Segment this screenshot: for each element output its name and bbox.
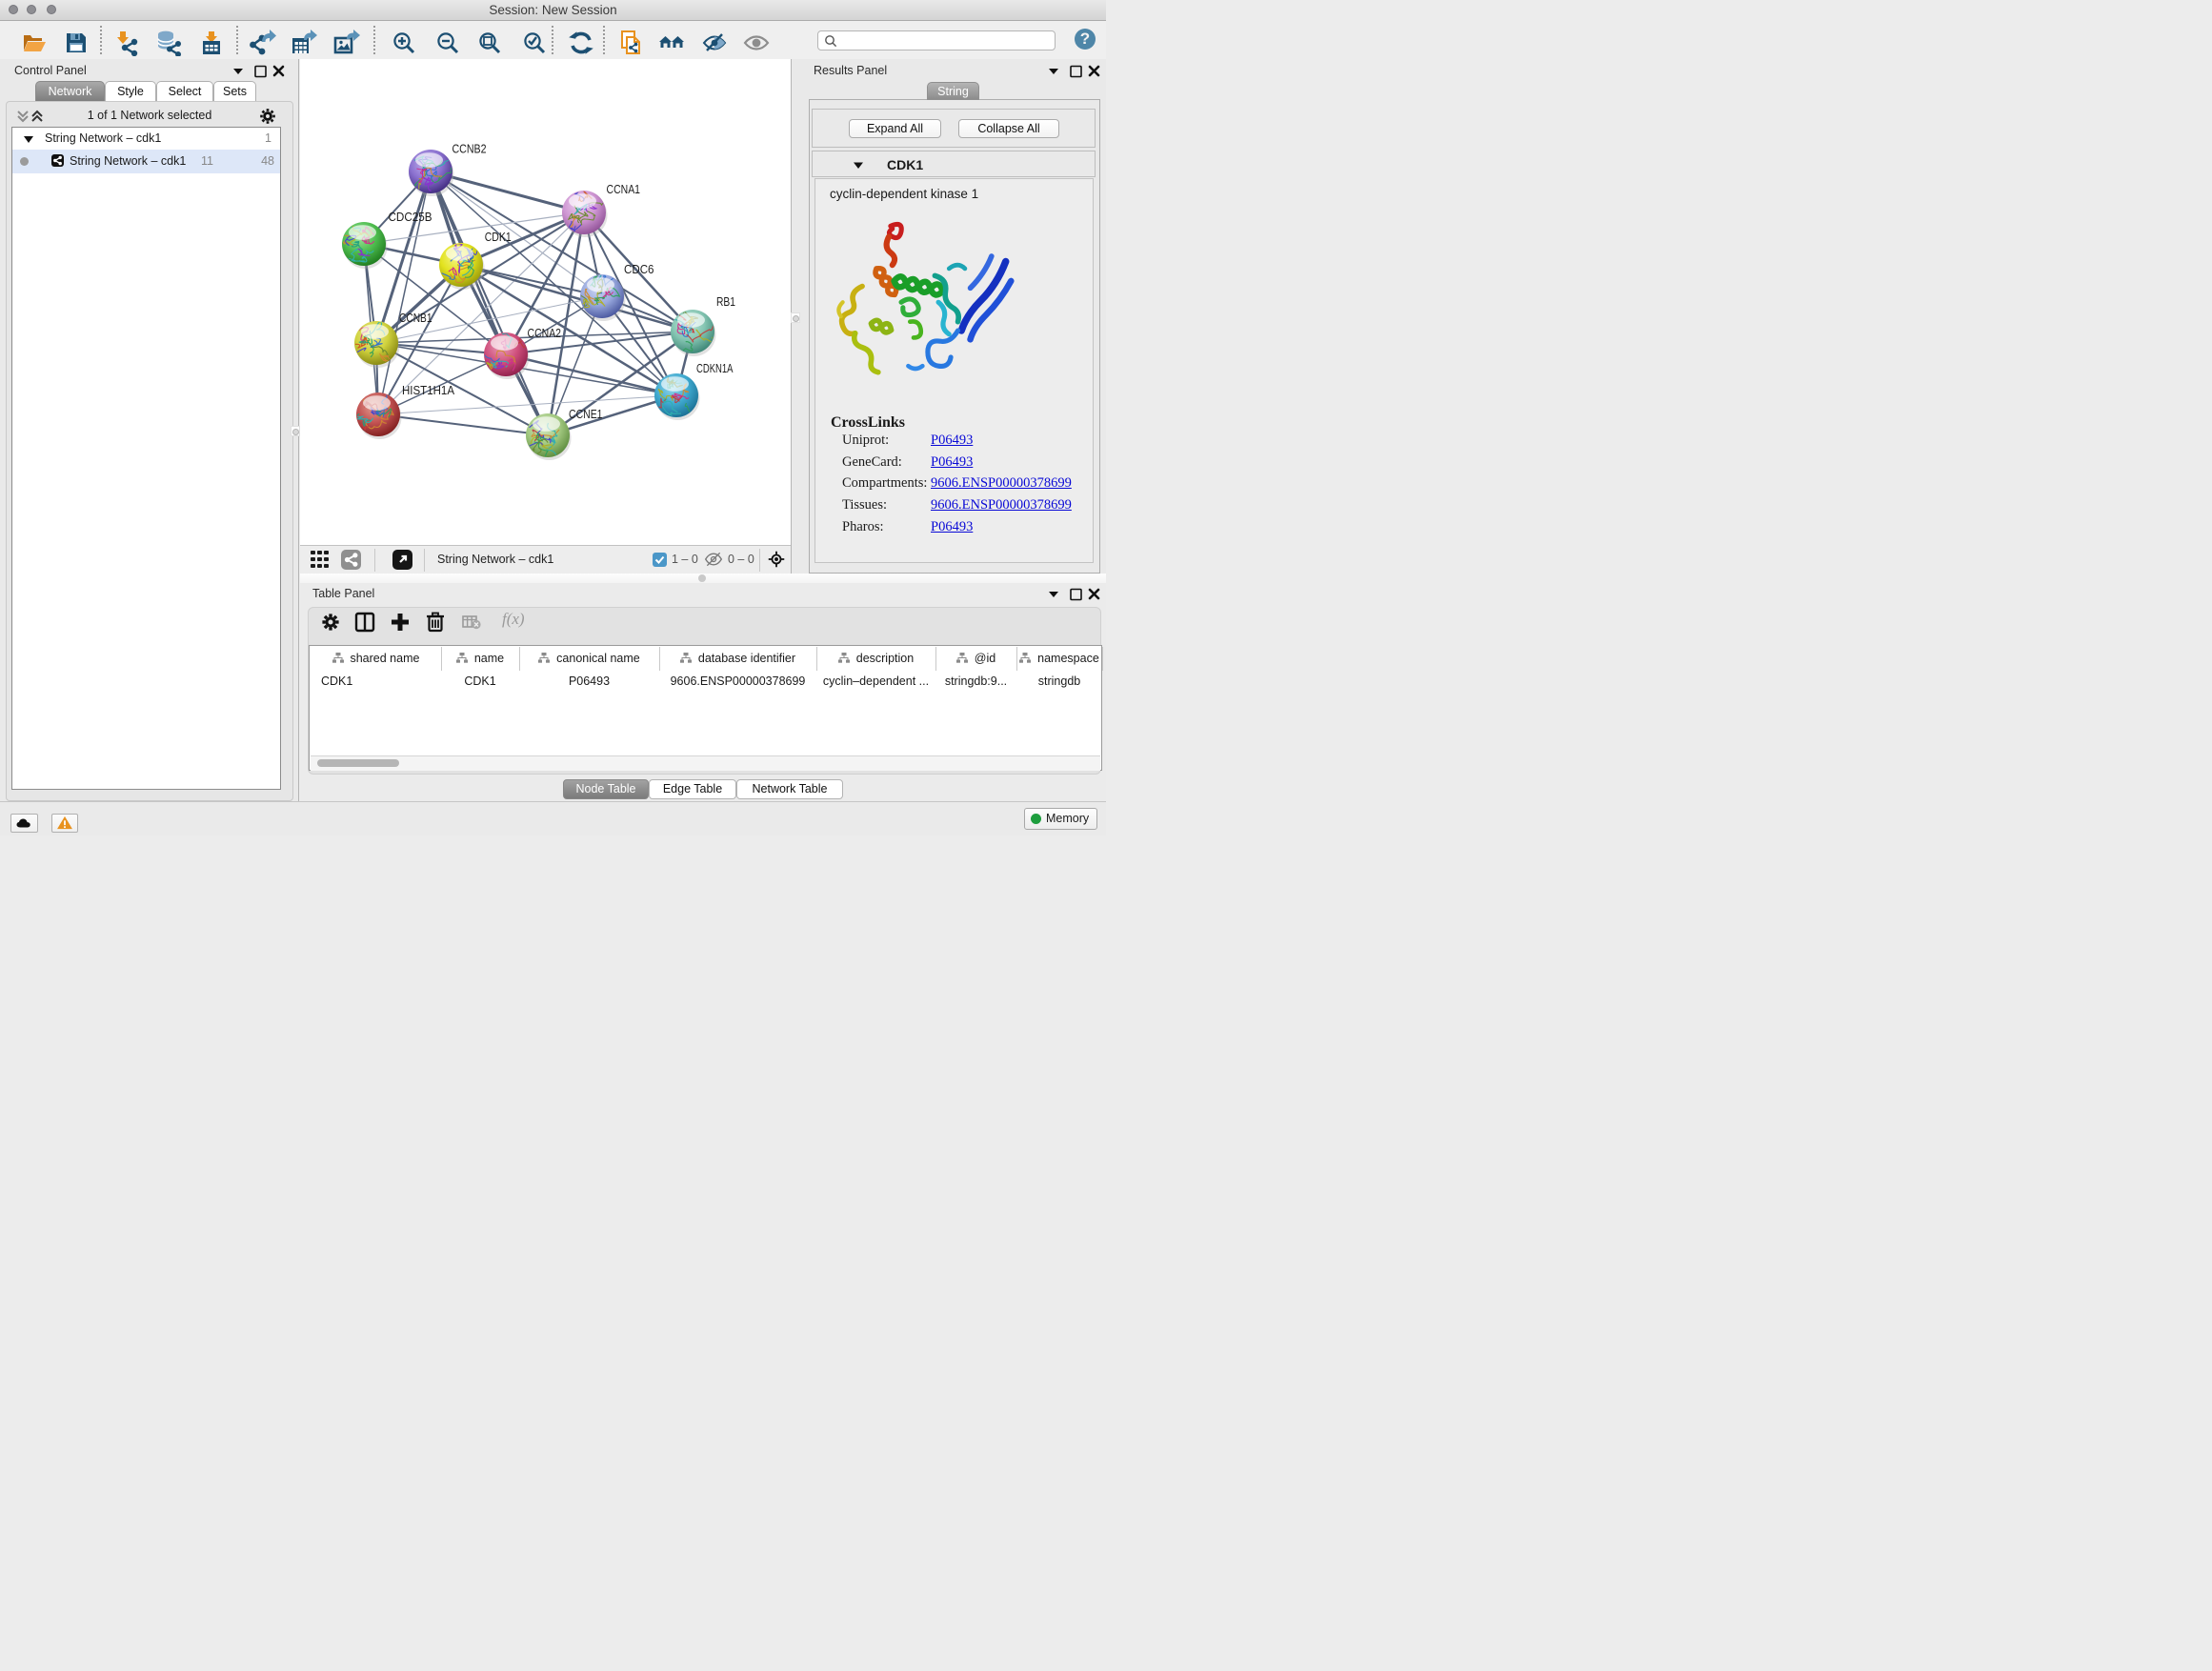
svg-text:CCNA2: CCNA2 — [528, 327, 562, 340]
svg-text:CDC25B: CDC25B — [389, 211, 432, 224]
svg-text:CCNE1: CCNE1 — [569, 408, 603, 421]
svg-text:HIST1H1A: HIST1H1A — [402, 384, 455, 397]
svg-text:RB1: RB1 — [716, 295, 735, 309]
svg-text:CDK1: CDK1 — [485, 231, 512, 244]
svg-text:CDC6: CDC6 — [624, 263, 654, 276]
svg-text:CCNB1: CCNB1 — [399, 312, 432, 325]
svg-text:CCNA1: CCNA1 — [607, 183, 641, 196]
svg-text:CDKN1A: CDKN1A — [696, 362, 734, 375]
svg-text:CCNB2: CCNB2 — [452, 143, 487, 156]
